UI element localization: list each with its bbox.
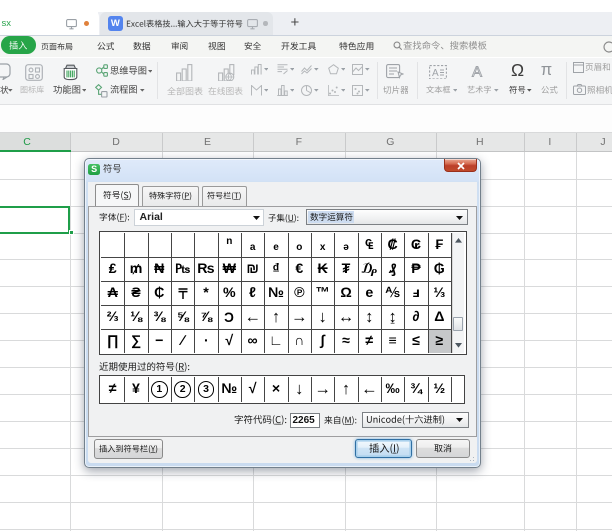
svg-text:A: A [472,64,482,80]
svg-text:A: A [432,68,439,79]
